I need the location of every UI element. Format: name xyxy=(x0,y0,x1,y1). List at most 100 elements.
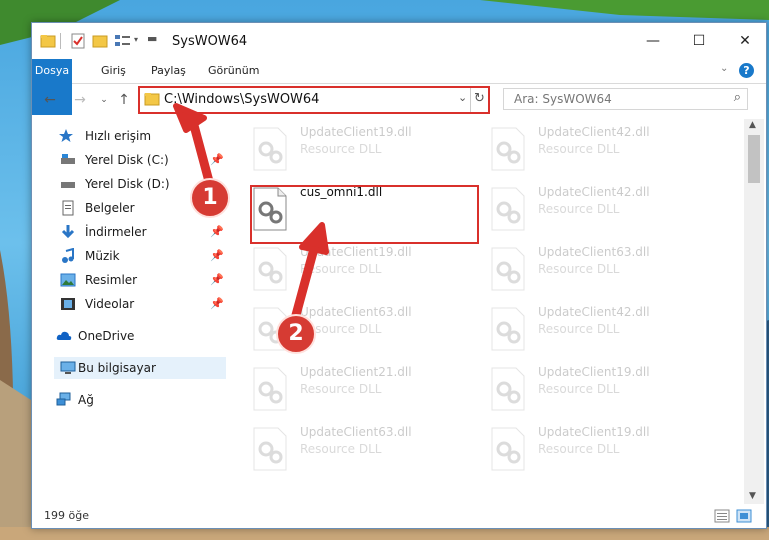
sidebar-item-downloads[interactable]: İndirmeler 📌 xyxy=(32,221,226,243)
sidebar-item-label: Müzik xyxy=(85,249,120,263)
title-bar: ▾ ▬ SysWOW64 — ☐ ✕ xyxy=(32,23,766,59)
file-type: Resource DLL xyxy=(538,142,620,156)
dll-file-icon xyxy=(491,367,525,411)
large-icons-view-icon[interactable] xyxy=(736,509,752,523)
back-arrow-icon[interactable]: ← xyxy=(40,90,60,110)
scroll-up-icon[interactable]: ▲ xyxy=(749,120,756,130)
minimize-button[interactable]: — xyxy=(630,27,676,55)
document-icon xyxy=(62,200,74,216)
ribbon-tabs: Dosya Giriş Paylaş Görünüm ⌄ ? xyxy=(32,59,766,115)
network-icon xyxy=(56,392,71,406)
file-name: UpdateClient19.dll xyxy=(538,425,650,439)
file-highlight-box xyxy=(250,185,479,244)
search-icon[interactable]: ⌕ xyxy=(734,90,741,105)
file-list: UpdateClient19.dll Resource DLL cus_omni… xyxy=(228,119,744,504)
drive-icon xyxy=(61,182,75,188)
address-dropdown-icon[interactable]: ⌄ xyxy=(458,91,467,104)
file-item[interactable]: UpdateClient19.dll Resource DLL xyxy=(252,241,472,297)
file-item[interactable]: UpdateClient19.dll Resource DLL xyxy=(490,361,710,417)
file-item[interactable]: UpdateClient63.dll Resource DLL xyxy=(490,241,710,297)
pin-icon[interactable]: 📌 xyxy=(210,149,224,171)
scroll-down-icon[interactable]: ▼ xyxy=(749,491,756,501)
file-type: Resource DLL xyxy=(538,442,620,456)
tab-share[interactable]: Paylaş xyxy=(142,59,195,83)
tab-home[interactable]: Giriş xyxy=(92,59,135,83)
sidebar-item-label: Bu bilgisayar xyxy=(78,361,156,375)
file-item[interactable]: UpdateClient42.dll Resource DLL xyxy=(490,301,710,357)
sidebar-item-label: Yerel Disk (D:) xyxy=(85,177,170,191)
file-name: UpdateClient19.dll xyxy=(538,365,650,379)
file-item[interactable]: UpdateClient63.dll Resource DLL xyxy=(252,421,472,477)
file-type: Resource DLL xyxy=(300,442,382,456)
sidebar-item-videos[interactable]: Videolar 📌 xyxy=(32,293,226,315)
help-icon[interactable]: ? xyxy=(739,63,754,78)
dll-file-icon xyxy=(253,247,287,291)
pin-icon[interactable]: 📌 xyxy=(210,221,224,243)
file-name: UpdateClient63.dll xyxy=(538,245,650,259)
sidebar-item-this-pc[interactable]: Bu bilgisayar xyxy=(54,357,226,379)
customize-qa-dropdown-icon[interactable]: ▾ xyxy=(134,35,138,44)
sidebar-item-music[interactable]: Müzik 📌 xyxy=(32,245,226,267)
file-name: UpdateClient19.dll xyxy=(300,125,412,139)
refresh-icon[interactable]: ↻ xyxy=(474,91,485,106)
tab-view[interactable]: Görünüm xyxy=(199,59,268,83)
maximize-button[interactable]: ☐ xyxy=(676,27,722,55)
folder-icon xyxy=(144,93,160,106)
dll-file-icon xyxy=(491,427,525,471)
dll-file-icon xyxy=(253,427,287,471)
file-name: UpdateClient63.dll xyxy=(300,425,412,439)
download-icon xyxy=(61,225,75,239)
file-type: Resource DLL xyxy=(538,382,620,396)
up-arrow-icon[interactable]: ↑ xyxy=(114,90,134,110)
cloud-icon xyxy=(56,331,72,340)
dll-file-icon xyxy=(491,127,525,171)
pin-icon[interactable]: 📌 xyxy=(210,293,224,315)
file-item[interactable]: UpdateClient19.dll Resource DLL xyxy=(252,121,472,177)
sidebar-item-onedrive[interactable]: OneDrive xyxy=(32,325,226,347)
file-type: Resource DLL xyxy=(300,262,382,276)
file-item[interactable]: UpdateClient21.dll Resource DLL xyxy=(252,361,472,417)
pin-icon[interactable]: 📌 xyxy=(210,269,224,291)
file-name: UpdateClient63.dll xyxy=(300,305,412,319)
address-bar[interactable]: C:\Windows\SysWOW64 ⌄ ↻ xyxy=(138,86,490,114)
dll-file-icon xyxy=(491,307,525,351)
sidebar-item-label: OneDrive xyxy=(78,329,135,343)
search-box[interactable]: ⌕ xyxy=(503,88,748,110)
file-item[interactable]: UpdateClient42.dll Resource DLL xyxy=(490,121,710,177)
computer-icon xyxy=(60,361,76,374)
file-item[interactable]: UpdateClient42.dll Resource DLL xyxy=(490,181,710,237)
close-button[interactable]: ✕ xyxy=(722,27,768,55)
sidebar-item-label: Belgeler xyxy=(85,201,135,215)
sidebar-item-label: Yerel Disk (C:) xyxy=(85,153,169,167)
window-title: SysWOW64 xyxy=(172,34,248,49)
expand-ribbon-icon[interactable]: ⌄ xyxy=(720,63,728,74)
properties-icon[interactable] xyxy=(70,33,86,51)
file-type: Resource DLL xyxy=(300,382,382,396)
sidebar-item-label: İndirmeler xyxy=(85,225,147,239)
drive-icon xyxy=(61,154,75,164)
sidebar-item-disk-c[interactable]: Yerel Disk (C:) 📌 xyxy=(32,149,226,171)
music-icon xyxy=(62,248,74,263)
file-type: Resource DLL xyxy=(538,322,620,336)
qa-menu-icon[interactable]: ▬ xyxy=(147,32,157,45)
scrollbar-thumb[interactable] xyxy=(748,135,760,183)
file-item[interactable]: UpdateClient19.dll Resource DLL xyxy=(490,421,710,477)
pictures-icon xyxy=(60,273,76,287)
details-view-icon[interactable] xyxy=(714,509,730,523)
search-input[interactable] xyxy=(512,89,716,109)
pin-icon[interactable]: 📌 xyxy=(210,245,224,267)
sidebar-item-pictures[interactable]: Resimler 📌 xyxy=(32,269,226,291)
sidebar-item-quick-access[interactable]: Hızlı erişim xyxy=(32,125,226,147)
sidebar-item-label: Resimler xyxy=(85,273,138,287)
vertical-scrollbar[interactable]: ▲ ▼ xyxy=(744,119,764,504)
file-type: Resource DLL xyxy=(538,202,620,216)
sidebar-item-label: Ağ xyxy=(78,393,94,407)
sidebar-item-network[interactable]: Ağ xyxy=(32,389,226,411)
view-options-icon[interactable] xyxy=(114,33,132,51)
navigation-pane: Hızlı erişim Yerel Disk (C:) 📌 Yerel Dis… xyxy=(32,119,226,504)
file-name: UpdateClient19.dll xyxy=(300,245,412,259)
new-folder-icon[interactable] xyxy=(92,33,108,51)
step-badge-2: 2 xyxy=(276,314,316,354)
recent-locations-icon[interactable]: ⌄ xyxy=(94,90,114,110)
forward-arrow-icon[interactable]: → xyxy=(70,90,90,110)
